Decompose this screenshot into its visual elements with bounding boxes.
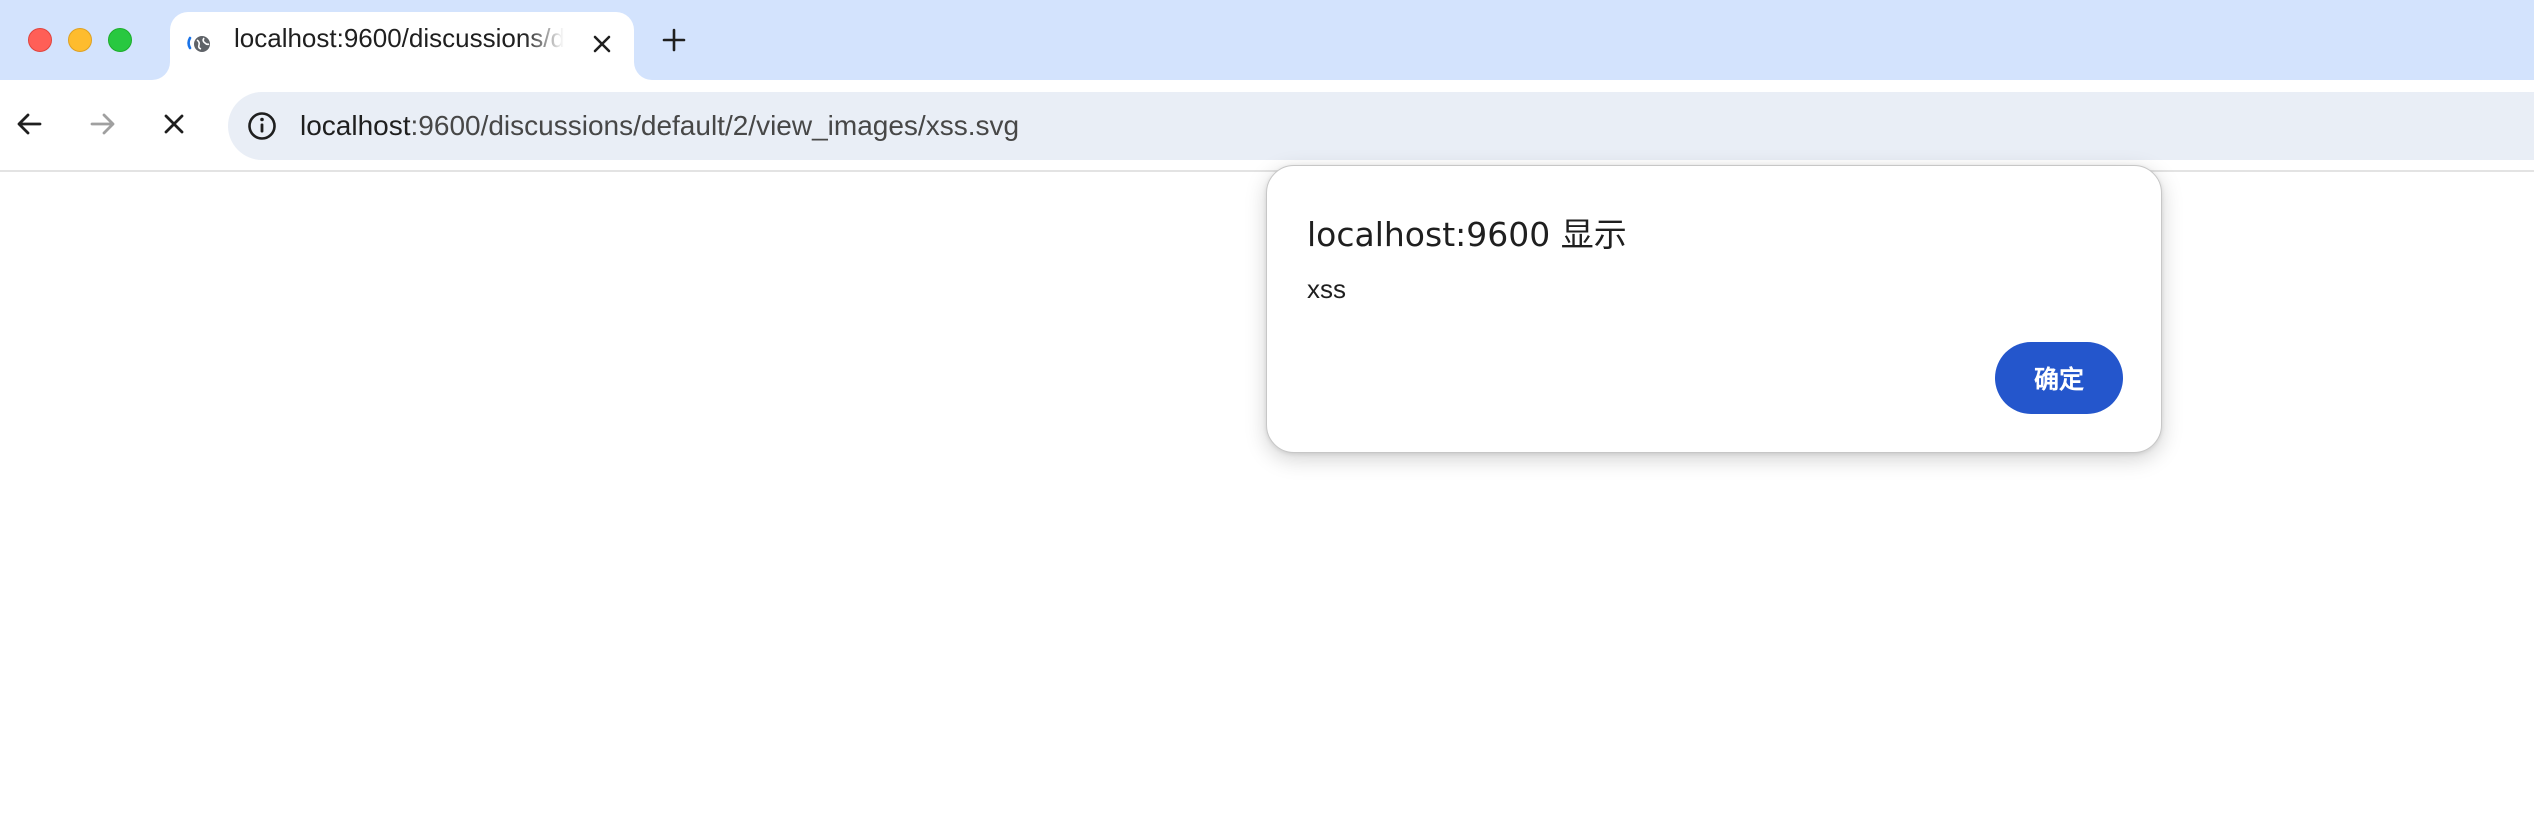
forward-arrow-icon[interactable] <box>84 106 120 142</box>
window-minimize-button[interactable] <box>68 28 92 52</box>
address-bar[interactable]: localhost:9600/discussions/default/2/vie… <box>228 92 2534 160</box>
tab-close-icon[interactable] <box>588 30 616 58</box>
window-maximize-button[interactable] <box>108 28 132 52</box>
loading-globe-icon <box>187 36 210 52</box>
window-close-button[interactable] <box>28 28 52 52</box>
browser-tab[interactable]: localhost:9600/discussions/default/2/vie… <box>170 12 634 80</box>
new-tab-plus-icon[interactable] <box>658 24 690 56</box>
browser-toolbar: localhost:9600/discussions/default/2/vie… <box>0 80 2534 172</box>
back-arrow-icon[interactable] <box>12 106 48 142</box>
tab-title: localhost:9600/discussions/default/2/vie… <box>234 23 564 53</box>
stop-loading-close-icon[interactable] <box>156 106 192 142</box>
address-bar-url[interactable]: localhost:9600/discussions/default/2/vie… <box>300 92 1019 160</box>
browser-window: localhost:9600/discussions/default/2/vie… <box>0 0 2534 826</box>
alert-dialog: localhost:9600 显示 xss 确定 <box>1266 165 2162 453</box>
url-host: localhost <box>300 110 411 141</box>
alert-dialog-message: xss <box>1307 274 1346 304</box>
tab-strip: localhost:9600/discussions/default/2/vie… <box>0 0 2534 80</box>
alert-dialog-title: localhost:9600 显示 <box>1307 215 1627 254</box>
alert-ok-button[interactable]: 确定 <box>1995 342 2123 414</box>
site-info-icon[interactable] <box>242 106 282 146</box>
url-path: :9600/discussions/default/2/view_images/… <box>410 110 1020 141</box>
